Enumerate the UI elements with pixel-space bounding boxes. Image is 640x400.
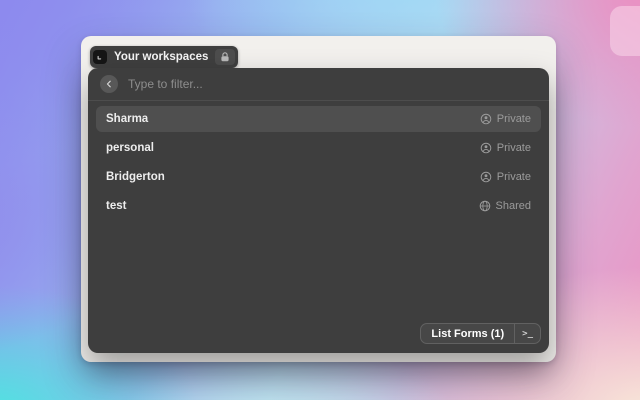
list-forms-button[interactable]: List Forms (1) (421, 324, 514, 343)
visibility-label: Shared (495, 200, 531, 212)
workspace-row[interactable]: Sharma Private (96, 106, 541, 132)
app-icon (93, 50, 107, 64)
workspace-visibility: Private (480, 113, 531, 125)
workspace-visibility: Private (480, 142, 531, 154)
globe-icon (479, 200, 490, 212)
footer-actions: List Forms (1) >_ (420, 323, 541, 344)
terminal-prompt-icon[interactable]: >_ (515, 324, 540, 343)
user-circle-icon (480, 171, 492, 183)
workspace-row[interactable]: test Shared (96, 193, 541, 219)
workspace-visibility: Private (480, 171, 531, 183)
workspace-name: Sharma (106, 113, 149, 125)
user-circle-icon (480, 142, 492, 154)
filter-input[interactable] (128, 77, 537, 91)
command-panel: Sharma Private personal Private Bridgert… (88, 68, 549, 353)
visibility-label: Private (496, 142, 531, 154)
workspace-row[interactable]: personal Private (96, 135, 541, 161)
back-button[interactable] (100, 75, 118, 93)
workspace-name: test (106, 200, 127, 212)
workspaces-trigger-label: Your workspaces (114, 51, 209, 63)
app-window: Your workspaces Sharma Private (81, 36, 556, 362)
workspace-name: personal (106, 142, 154, 154)
visibility-label: Private (496, 113, 531, 125)
workspace-name: Bridgerton (106, 171, 165, 183)
workspace-visibility: Shared (479, 200, 531, 212)
user-circle-icon (480, 113, 492, 125)
visibility-label: Private (496, 171, 531, 183)
lock-icon (215, 49, 236, 65)
workspaces-trigger-button[interactable]: Your workspaces (90, 46, 239, 68)
workspace-list: Sharma Private personal Private Bridgert… (88, 101, 549, 323)
panel-footer: List Forms (1) >_ (88, 323, 549, 353)
workspace-row[interactable]: Bridgerton Private (96, 164, 541, 190)
filter-row (88, 68, 549, 101)
background-shape (610, 6, 640, 56)
